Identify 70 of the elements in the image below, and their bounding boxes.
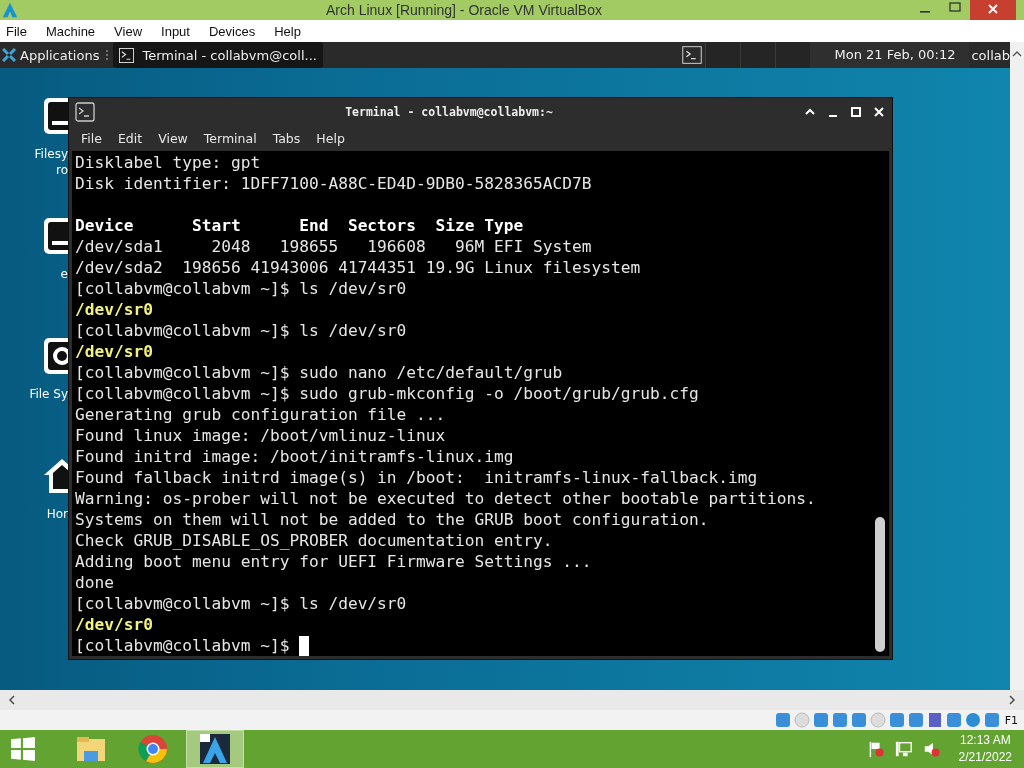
terminal-line: Found fallback initrd image(s) in /boot: initramfs-linux-fallback.img	[75, 467, 758, 488]
drive-icon[interactable]	[42, 96, 68, 136]
menu-item[interactable]: Help	[274, 23, 301, 39]
app-logo-icon	[2, 2, 18, 18]
menu-item[interactable]: Terminal	[203, 130, 257, 146]
window-title: Arch Linux [Running] - Oracle VM VirtualBox	[325, 2, 603, 18]
drive-icon[interactable]	[42, 216, 68, 256]
menu-item[interactable]: View	[158, 130, 188, 146]
taskbar-date: 2/21/2022	[958, 749, 1012, 766]
drag-handle-icon[interactable]	[105, 49, 110, 61]
speaker-muted-icon[interactable]	[922, 740, 941, 758]
desktop-icon-label: Filesy	[34, 146, 68, 162]
terminal-line: [collabvm@collabvm ~]$ sudo nano /etc/default/grub	[75, 362, 563, 383]
vm-app-icon	[199, 733, 231, 765]
terminal-line: /dev/sda2 198656 41943006 41744351 19.9G Linux filesystem	[75, 257, 641, 278]
menu-item[interactable]: Devices	[208, 23, 256, 39]
terminal-line: Found initrd image: /boot/initramfs-linux.img	[75, 446, 514, 467]
horizontal-scrollbar[interactable]	[0, 690, 1024, 710]
terminal-line: Warning: os-prober will not be executed to detect other bootable partitions.	[75, 488, 816, 509]
scroll-left-icon[interactable]	[8, 695, 16, 705]
network-icon[interactable]	[894, 740, 913, 758]
terminal-line: /dev/sr0	[75, 299, 153, 320]
terminal-line: Device Start End Sectors Size Type	[75, 215, 524, 236]
close-icon[interactable]	[872, 104, 886, 119]
terminal-line: Generating grub configuration file ...	[75, 404, 446, 425]
text-cursor	[299, 635, 310, 656]
menu-item[interactable]: Machine	[45, 23, 96, 39]
terminal-line: done	[75, 572, 114, 593]
menu-item[interactable]: Tabs	[272, 130, 301, 146]
panel-clock: Mon 21 Feb, 00:12	[810, 42, 970, 68]
taskbar-task[interactable]: Terminal - collabvm@coll...	[113, 42, 323, 68]
desktop-icon-label: ro	[56, 162, 68, 178]
taskbar-app[interactable]	[186, 730, 244, 768]
vertical-scrollbar[interactable]	[1010, 42, 1024, 690]
terminal-line: /dev/sr0	[75, 614, 153, 635]
applications-menu[interactable]: Applications	[0, 47, 102, 63]
host-key-label: F1	[1004, 713, 1018, 727]
terminal-icon	[119, 47, 135, 63]
terminal-line: Disk identifier: 1DFF7100-A88C-ED4D-9DB0-5828365ACD7B	[75, 173, 592, 194]
desktop-icon-label: File Sy	[29, 386, 68, 402]
menu-item[interactable]: View	[114, 23, 143, 39]
terminal-line: /dev/sda1 2048 198655 196608 96M EFI System	[75, 236, 592, 257]
maximize-icon[interactable]	[849, 104, 863, 119]
scroll-up-icon[interactable]	[1012, 50, 1022, 58]
user-menu[interactable]: collab	[969, 47, 1010, 63]
menu-item[interactable]: Input	[161, 23, 190, 39]
terminal-line: Systems on them will not be added to the GRUB boot configuration.	[75, 509, 709, 530]
scrollbar-thumb[interactable]	[875, 517, 885, 652]
window-title: Terminal - collabvm@collabvm:~	[344, 104, 554, 119]
start-icon[interactable]	[10, 736, 36, 762]
menu-item[interactable]: Edit	[117, 130, 143, 146]
terminal-line: Found linux image: /boot/vmlinuz-linux	[75, 425, 446, 446]
menu-item[interactable]: File	[6, 23, 27, 39]
desktop-icon-label: Hor	[46, 506, 68, 522]
menu-item[interactable]: File	[81, 130, 102, 146]
taskbar-time: 12:13 AM	[959, 732, 1011, 749]
terminal-prompt: [collabvm@collabvm ~]$	[75, 635, 291, 656]
browser-icon	[137, 733, 169, 765]
terminal-line: [collabvm@collabvm ~]$ sudo grub-mkconfig -o /boot/grub/grub.cfg	[75, 383, 699, 404]
terminal-line: /dev/sr0	[75, 341, 153, 362]
terminal-line: [collabvm@collabvm ~]$ ls /dev/sr0	[75, 320, 407, 341]
terminal-line: [collabvm@collabvm ~]$ ls /dev/sr0	[75, 278, 407, 299]
terminal-line: Disklabel type: gpt	[75, 152, 261, 173]
terminal-icon	[75, 101, 95, 122]
menu-item[interactable]: Help	[316, 130, 345, 146]
terminal-line: [collabvm@collabvm ~]$ ls /dev/sr0	[75, 593, 407, 614]
terminal-line: Adding boot menu entry for UEFI Firmware Settings ...	[75, 551, 592, 572]
scroll-right-icon[interactable]	[1008, 695, 1016, 705]
terminal-line: Check GRUB_DISABLE_OS_PROBER documentation entry.	[75, 530, 553, 551]
desktop-icon-label: e	[60, 266, 68, 282]
